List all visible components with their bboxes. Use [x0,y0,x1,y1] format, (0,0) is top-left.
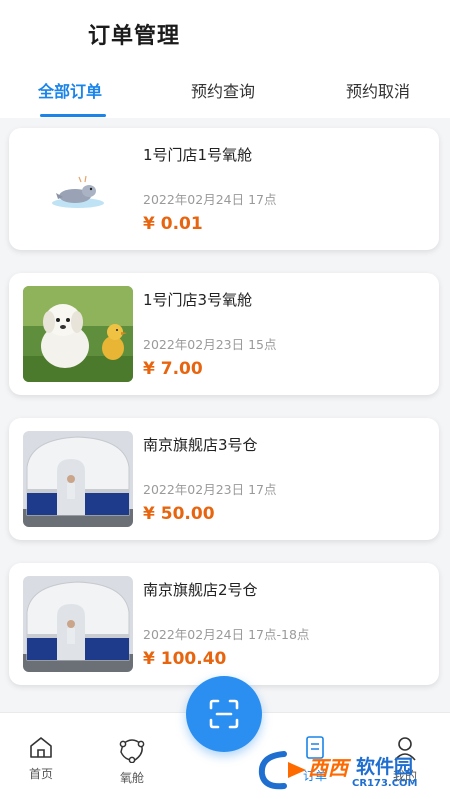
order-time: 2022年02月24日 17点-18点 [143,627,310,642]
watermark-swoosh-icon [258,751,306,790]
oxygen-chamber-photo [23,576,133,672]
order-thumbnail [23,286,133,382]
order-card[interactable]: 1号门店3号氧舱 2022年02月23日 15点 ¥ 7.00 [9,273,439,395]
order-time: 2022年02月23日 15点 [143,337,277,352]
tab-booking-query[interactable]: 预约查询 [191,78,255,102]
tab-all-orders[interactable]: 全部订单 [38,78,102,102]
order-title: 1号门店3号氧舱 [143,291,253,309]
nav-home-label: 首页 [28,767,53,781]
nav-home[interactable]: 首页 [6,735,76,782]
active-tab-indicator [40,114,106,117]
order-title: 1号门店1号氧舱 [143,146,253,164]
order-card[interactable]: 1号门店1号氧舱 2022年02月24日 17点 ¥ 0.01 [9,128,439,250]
order-thumbnail [23,141,133,237]
order-card[interactable]: 南京旗舰店3号仓 2022年02月23日 17点 ¥ 50.00 [9,418,439,540]
tab-booking-cancel[interactable]: 预约取消 [346,78,410,102]
watermark-text-1: 西西 [308,756,348,780]
watermark-logo: 西西 软件园 CR173.COM [252,748,450,794]
order-price: ¥ 50.00 [143,504,215,524]
order-time: 2022年02月23日 17点 [143,482,277,497]
watermark-text-2: 软件园 [356,756,414,778]
order-price: ¥ 0.01 [143,214,203,234]
home-icon [30,737,52,758]
order-card[interactable]: 南京旗舰店2号仓 2022年02月24日 17点-18点 ¥ 100.40 [9,563,439,685]
order-title: 南京旗舰店3号仓 [143,436,258,454]
network-icon [119,739,145,763]
oxygen-chamber-photo [23,431,133,527]
order-price: ¥ 100.40 [143,649,227,669]
order-price: ¥ 7.00 [143,359,203,379]
watermark-url: CR173.COM [352,778,418,789]
page-title: 订单管理 [88,24,181,49]
order-title: 南京旗舰店2号仓 [143,581,258,599]
scan-button[interactable] [186,676,262,752]
tab-bar: 全部订单 预约查询 预约取消 [0,72,450,118]
nav-chamber-label: 氧舱 [119,771,144,785]
puppy-and-duckling-photo [23,286,133,382]
scan-icon [209,699,239,729]
order-thumbnail [23,576,133,672]
order-thumbnail [23,431,133,527]
order-time: 2022年02月24日 17点 [143,192,277,207]
cartoon-seal-image [23,141,133,237]
nav-chamber[interactable]: 氧舱 [97,735,167,786]
header: 订单管理 全部订单 预约查询 预约取消 [0,0,450,118]
